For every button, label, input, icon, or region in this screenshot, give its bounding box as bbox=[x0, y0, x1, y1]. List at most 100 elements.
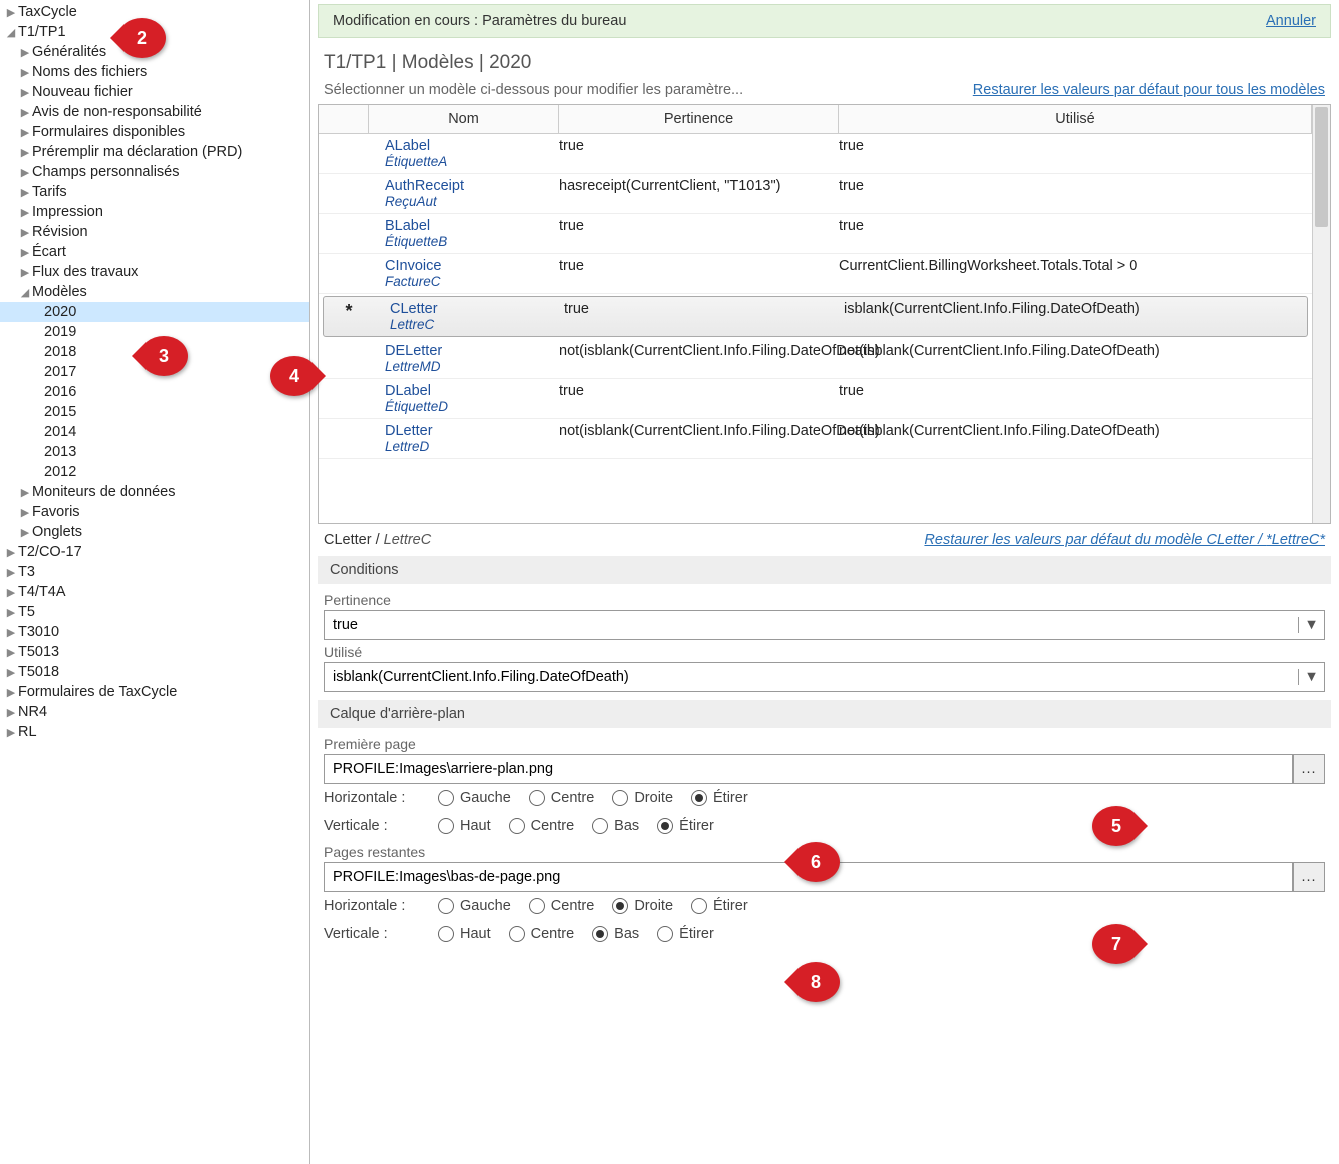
rp-v-bas[interactable]: Bas bbox=[592, 926, 639, 942]
first-page-browse-button[interactable]: ... bbox=[1293, 754, 1325, 784]
tree-champs[interactable]: ▶Champs personnalisés bbox=[0, 162, 309, 182]
tree-year-2014[interactable]: 2014 bbox=[0, 422, 309, 442]
template-row[interactable]: DLetterLettreDnot(isblank(CurrentClient.… bbox=[319, 419, 1312, 459]
pertinence-input[interactable] bbox=[325, 617, 1298, 633]
tree-t4[interactable]: ▶T4/T4A bbox=[0, 582, 309, 602]
col-pertinence[interactable]: Pertinence bbox=[559, 105, 839, 133]
grid-scrollbar[interactable] bbox=[1312, 105, 1330, 523]
first-page-path[interactable] bbox=[324, 754, 1293, 784]
rp-v-haut[interactable]: Haut bbox=[438, 926, 491, 942]
fp-h-etirer[interactable]: Étirer bbox=[691, 790, 748, 806]
tree-avis[interactable]: ▶Avis de non-responsabilité bbox=[0, 102, 309, 122]
utilise-combo[interactable]: ▼ bbox=[324, 662, 1325, 692]
callout-4: 4 bbox=[270, 356, 318, 396]
row-subname: ÉtiquetteA bbox=[385, 154, 559, 169]
row-pertinence: true bbox=[559, 258, 839, 289]
tree-flux[interactable]: ▶Flux des travaux bbox=[0, 262, 309, 282]
first-page-horizontal: Horizontale : Gauche Centre Droite Étire… bbox=[324, 784, 1325, 812]
row-pertinence: true bbox=[564, 301, 844, 332]
banner-cancel-link[interactable]: Annuler bbox=[1266, 13, 1316, 29]
tree-moniteurs[interactable]: ▶Moniteurs de données bbox=[0, 482, 309, 502]
tree-year-2020[interactable]: 2020 bbox=[0, 302, 309, 322]
edit-banner: Modification en cours : Paramètres du bu… bbox=[318, 4, 1331, 38]
tree-t5013[interactable]: ▶T5013 bbox=[0, 642, 309, 662]
col-used[interactable]: Utilisé bbox=[839, 105, 1312, 133]
rp-v-etirer[interactable]: Étirer bbox=[657, 926, 714, 942]
tree-year-2016[interactable]: 2016 bbox=[0, 382, 309, 402]
row-subname: LettreD bbox=[385, 439, 559, 454]
tree-year-2013[interactable]: 2013 bbox=[0, 442, 309, 462]
restore-all-link[interactable]: Restaurer les valeurs par défaut pour to… bbox=[973, 82, 1325, 98]
row-pertinence: true bbox=[559, 138, 839, 169]
rp-v-centre[interactable]: Centre bbox=[509, 926, 575, 942]
tree-formtax[interactable]: ▶Formulaires de TaxCycle bbox=[0, 682, 309, 702]
tree-t5018[interactable]: ▶T5018 bbox=[0, 662, 309, 682]
utilise-input[interactable] bbox=[325, 669, 1298, 685]
tree-t3[interactable]: ▶T3 bbox=[0, 562, 309, 582]
tree-preremplir[interactable]: ▶Préremplir ma déclaration (PRD) bbox=[0, 142, 309, 162]
fp-h-centre[interactable]: Centre bbox=[529, 790, 595, 806]
tree-year-2015[interactable]: 2015 bbox=[0, 402, 309, 422]
callout-8: 8 bbox=[792, 962, 840, 1002]
row-subname: ReçuAut bbox=[385, 194, 559, 209]
template-row[interactable]: CInvoiceFactureCtrueCurrentClient.Billin… bbox=[319, 254, 1312, 294]
template-row[interactable]: ALabelÉtiquetteAtruetrue bbox=[319, 134, 1312, 174]
tree-formulaires[interactable]: ▶Formulaires disponibles bbox=[0, 122, 309, 142]
fp-v-bas[interactable]: Bas bbox=[592, 818, 639, 834]
template-row[interactable]: BLabelÉtiquetteBtruetrue bbox=[319, 214, 1312, 254]
restore-model-link[interactable]: Restaurer les valeurs par défaut du modè… bbox=[924, 532, 1325, 548]
row-subname: LettreMD bbox=[385, 359, 559, 374]
template-row[interactable]: DLabelÉtiquetteDtruetrue bbox=[319, 379, 1312, 419]
tree-t2[interactable]: ▶T2/CO-17 bbox=[0, 542, 309, 562]
row-name: DLabel bbox=[385, 383, 559, 399]
rp-h-centre[interactable]: Centre bbox=[529, 898, 595, 914]
fp-h-gauche[interactable]: Gauche bbox=[438, 790, 511, 806]
tree-nr4[interactable]: ▶NR4 bbox=[0, 702, 309, 722]
tree-impression[interactable]: ▶Impression bbox=[0, 202, 309, 222]
first-page-vertical: Verticale : Haut Centre Bas Étirer bbox=[324, 812, 1325, 840]
tree-noms[interactable]: ▶Noms des fichiers bbox=[0, 62, 309, 82]
tree-rl[interactable]: ▶RL bbox=[0, 722, 309, 742]
first-page-input[interactable] bbox=[325, 761, 1292, 777]
chevron-right-icon: ▶ bbox=[4, 6, 18, 19]
rp-h-gauche[interactable]: Gauche bbox=[438, 898, 511, 914]
fp-v-etirer[interactable]: Étirer bbox=[657, 818, 714, 834]
rp-h-droite[interactable]: Droite bbox=[612, 898, 673, 914]
row-used: true bbox=[839, 218, 1312, 249]
tree-onglets[interactable]: ▶Onglets bbox=[0, 522, 309, 542]
row-used: true bbox=[839, 383, 1312, 414]
row-used: true bbox=[839, 178, 1312, 209]
row-pertinence: not(isblank(CurrentClient.Info.Filing.Da… bbox=[559, 343, 839, 374]
row-name: CLetter bbox=[390, 301, 564, 317]
fp-v-haut[interactable]: Haut bbox=[438, 818, 491, 834]
template-row[interactable]: *CLetterLettreCtrueisblank(CurrentClient… bbox=[323, 296, 1308, 337]
utilise-dropdown-icon[interactable]: ▼ bbox=[1298, 669, 1324, 685]
template-row[interactable]: AuthReceiptReçuAuthasreceipt(CurrentClie… bbox=[319, 174, 1312, 214]
nav-tree: ▶TaxCycle ◢T1/TP1 ▶Généralités ▶Noms des… bbox=[0, 0, 310, 1164]
row-used: not(isblank(CurrentClient.Info.Filing.Da… bbox=[839, 423, 1312, 454]
chevron-right-icon: ▶ bbox=[18, 186, 32, 199]
tree-favoris[interactable]: ▶Favoris bbox=[0, 502, 309, 522]
rp-h-etirer[interactable]: Étirer bbox=[691, 898, 748, 914]
template-row[interactable]: DELetterLettreMDnot(isblank(CurrentClien… bbox=[319, 339, 1312, 379]
tree-nouveau[interactable]: ▶Nouveau fichier bbox=[0, 82, 309, 102]
pertinence-dropdown-icon[interactable]: ▼ bbox=[1298, 617, 1324, 633]
label-first-page: Première page bbox=[324, 732, 1325, 754]
fp-h-droite[interactable]: Droite bbox=[612, 790, 673, 806]
tree-year-2012[interactable]: 2012 bbox=[0, 462, 309, 482]
tree-taxcycle[interactable]: ▶TaxCycle bbox=[0, 2, 309, 22]
tree-t3010[interactable]: ▶T3010 bbox=[0, 622, 309, 642]
pertinence-combo[interactable]: ▼ bbox=[324, 610, 1325, 640]
row-name: CInvoice bbox=[385, 258, 559, 274]
col-name[interactable]: Nom bbox=[369, 105, 559, 133]
section-conditions: Conditions bbox=[318, 556, 1331, 584]
remaining-browse-button[interactable]: ... bbox=[1293, 862, 1325, 892]
tree-revision[interactable]: ▶Révision bbox=[0, 222, 309, 242]
tree-tarifs[interactable]: ▶Tarifs bbox=[0, 182, 309, 202]
fp-v-centre[interactable]: Centre bbox=[509, 818, 575, 834]
tree-modeles[interactable]: ◢Modèles bbox=[0, 282, 309, 302]
row-subname: LettreC bbox=[390, 317, 564, 332]
row-used: CurrentClient.BillingWorksheet.Totals.To… bbox=[839, 258, 1312, 289]
tree-ecart[interactable]: ▶Écart bbox=[0, 242, 309, 262]
tree-t5[interactable]: ▶T5 bbox=[0, 602, 309, 622]
